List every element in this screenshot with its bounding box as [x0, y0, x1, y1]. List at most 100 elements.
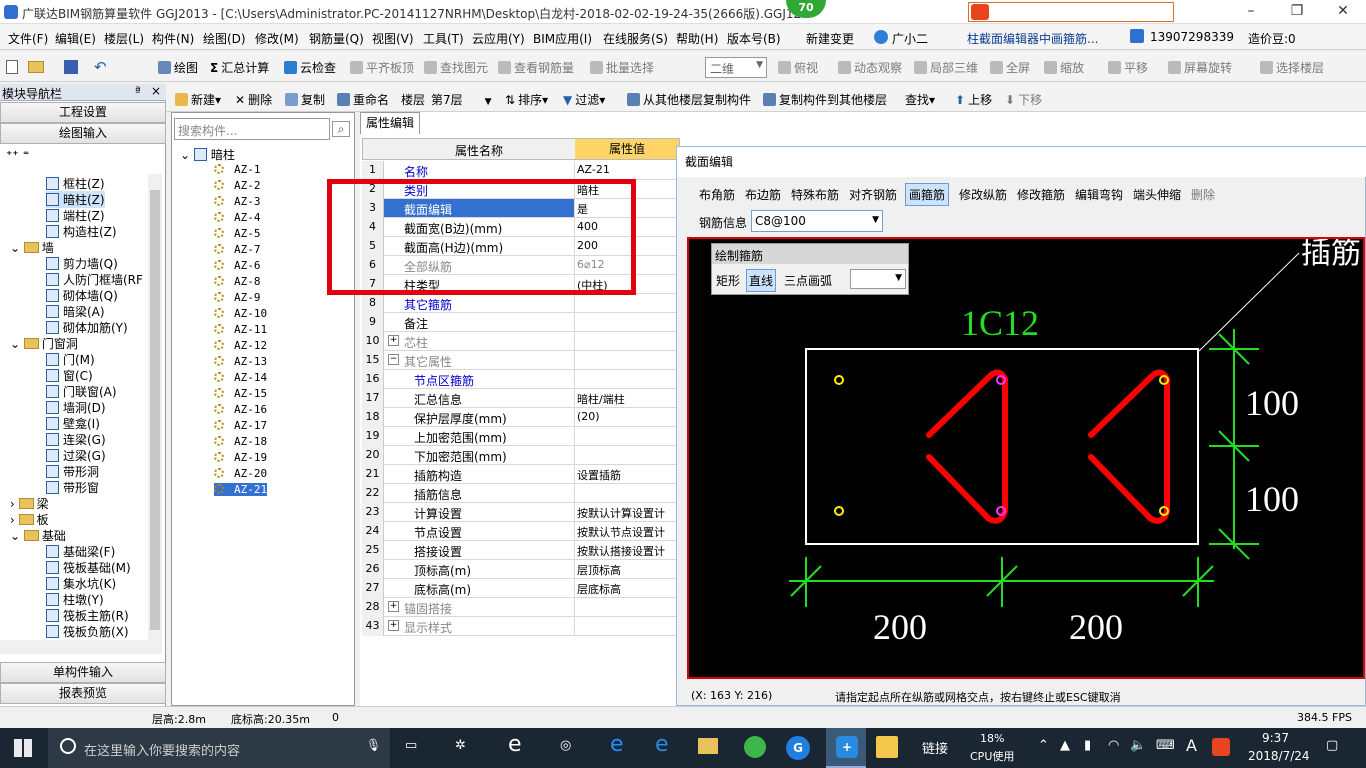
nav-group-beam[interactable]: › 梁 — [10, 495, 49, 512]
property-row[interactable]: 28 锚固搭接 + — [362, 598, 680, 617]
help-topic-link[interactable]: 柱截面编辑器中画箍筋... — [967, 30, 1098, 47]
component-item[interactable]: AZ-1 — [214, 163, 261, 176]
zoom-button[interactable]: 缩放 — [1044, 59, 1084, 76]
tab-project-settings[interactable]: 工程设置 — [0, 102, 166, 123]
new-component-button[interactable]: 新建▾ — [175, 91, 221, 108]
expand-toggle-icon[interactable]: + — [388, 620, 399, 631]
component-item[interactable]: AZ-13 — [214, 355, 267, 368]
component-item[interactable]: AZ-11 — [214, 323, 267, 336]
component-item[interactable]: AZ-14 — [214, 371, 267, 384]
file-explorer-icon[interactable] — [698, 738, 718, 754]
view-rebar-qty-button[interactable]: 查看钢筋量 — [498, 59, 574, 76]
nav-item-shear-wall[interactable]: 剪力墙(Q) — [46, 255, 118, 272]
tab-drawing-input[interactable]: 绘图输入 — [0, 123, 166, 144]
menu-tools[interactable]: 工具(T) — [423, 30, 464, 47]
volume-icon[interactable]: 🔈 — [1130, 738, 1146, 753]
component-item[interactable]: AZ-8 — [214, 275, 261, 288]
draw-stirrup-button[interactable]: 画箍筋 — [905, 183, 950, 206]
cloud-check-button[interactable]: 云检查 — [284, 59, 336, 76]
menu-online[interactable]: 在线服务(S) — [603, 30, 668, 47]
property-row[interactable]: 26 顶标高(m) 层顶标高 — [362, 560, 680, 579]
component-item[interactable]: AZ-21 — [214, 483, 268, 496]
menu-draw[interactable]: 绘图(D) — [203, 30, 246, 47]
summary-calc-button[interactable]: Σ 汇总计算 — [210, 59, 269, 76]
copy-button[interactable]: 复制 — [285, 91, 325, 108]
delete-rebar-button[interactable]: 删除 — [1191, 186, 1215, 203]
align-rebar-button[interactable]: 对齐钢筋 — [849, 186, 897, 203]
property-row[interactable]: 20 下加密范围(mm) — [362, 446, 680, 465]
tray-app-icon[interactable]: ▲ — [1060, 738, 1070, 753]
menu-version[interactable]: 版本号(B) — [727, 30, 781, 47]
nav-item-door-window[interactable]: 门联窗(A) — [46, 383, 117, 400]
select-floor-button[interactable]: 选择楼层 — [1260, 59, 1324, 76]
search-icon[interactable]: ⌕ — [332, 121, 350, 137]
property-row[interactable]: 19 上加密范围(mm) — [362, 427, 680, 446]
nav-item-frame-column[interactable]: 框柱(Z) — [46, 175, 105, 192]
nav-item-door[interactable]: 门(M) — [46, 351, 95, 368]
close-icon[interactable]: × — [151, 84, 161, 98]
menu-rebar-qty[interactable]: 钢筋量(Q) — [309, 30, 364, 47]
menu-assistant[interactable]: 广小二 — [892, 30, 928, 47]
tab-report-preview[interactable]: 报表预览 — [0, 683, 166, 704]
menu-edit[interactable]: 编辑(E) — [55, 30, 96, 47]
edge-icon[interactable]: e — [610, 732, 624, 757]
modify-stirrup-button[interactable]: 修改箍筋 — [1017, 186, 1065, 203]
nav-item-end-column[interactable]: 端柱(Z) — [46, 207, 105, 224]
find-element-button[interactable]: 查找图元 — [424, 59, 488, 76]
windows-start-icon[interactable] — [14, 739, 32, 757]
component-item[interactable]: AZ-5 — [214, 227, 261, 240]
pin-icon[interactable]: ª — [135, 84, 141, 98]
property-value[interactable]: 层底标高 — [577, 581, 621, 597]
screen-rotate-button[interactable]: 屏幕旋转 — [1168, 59, 1232, 76]
property-row[interactable]: 16 节点区箍筋 — [362, 370, 680, 389]
rebar-point[interactable] — [834, 506, 844, 516]
expand-all-icon[interactable]: ⁺⁺ ⁼ — [6, 148, 29, 162]
save-icon[interactable] — [64, 60, 78, 74]
nav-item-wall-hole[interactable]: 墙洞(D) — [46, 399, 106, 416]
undo-icon[interactable]: ↶ — [94, 58, 107, 76]
property-row[interactable]: 23 计算设置 按默认计算设置计 — [362, 503, 680, 522]
glodon-app-icon[interactable]: G — [786, 736, 810, 760]
search-input[interactable]: 搜索构件... — [174, 118, 330, 140]
keyboard-icon[interactable]: ⌨ — [1156, 738, 1175, 753]
notification-center-icon[interactable]: ▢ — [1326, 738, 1338, 753]
dynamic-view-button[interactable]: 动态观察 — [838, 59, 902, 76]
special-rebar-button[interactable]: 特殊布筋 — [791, 186, 839, 203]
open-file-icon[interactable] — [28, 61, 44, 73]
property-value[interactable]: 层顶标高 — [577, 562, 621, 578]
nav-item-foundation-beam[interactable]: 基础梁(F) — [46, 543, 115, 560]
rebar-info-combo[interactable]: C8@100 ▼ — [751, 210, 883, 232]
draw-button[interactable]: 绘图 — [158, 59, 198, 76]
clock-time[interactable]: 9:37 — [1262, 731, 1289, 745]
property-value[interactable]: 暗柱/端柱 — [577, 391, 625, 407]
local-3d-button[interactable]: 局部三维 — [914, 59, 978, 76]
edge-browser-icon[interactable]: e — [508, 732, 522, 757]
sogou-ime-toolbar[interactable] — [968, 2, 1174, 22]
move-up-button[interactable]: ⬆ 上移 — [955, 91, 992, 108]
ime-indicator[interactable]: A — [1186, 736, 1197, 755]
nav-group-wall[interactable]: ⌄ 墙 — [10, 239, 54, 256]
property-row[interactable]: 9 备注 — [362, 313, 680, 332]
property-value[interactable]: 按默认节点设置计 — [577, 524, 665, 540]
component-item[interactable]: AZ-2 — [214, 179, 261, 192]
menu-view[interactable]: 视图(V) — [372, 30, 414, 47]
nav-hscrollbar[interactable] — [0, 640, 162, 654]
menu-modify[interactable]: 修改(M) — [255, 30, 299, 47]
section-drawing-canvas[interactable]: 1C12 插筋 100 100 200 200 绘制箍筋 矩形 直线 三点画弧 … — [687, 237, 1365, 679]
line-mode-button[interactable]: 直线 — [746, 269, 777, 292]
property-row[interactable]: 25 搭接设置 按默认搭接设置计 — [362, 541, 680, 560]
nav-group-foundation[interactable]: ⌄ 基础 — [10, 527, 66, 544]
menu-floor[interactable]: 楼层(L) — [104, 30, 144, 47]
component-item[interactable]: AZ-18 — [214, 435, 267, 448]
nav-item-raft-main-rebar[interactable]: 筏板主筋(R) — [46, 607, 129, 624]
nav-item-window[interactable]: 窗(C) — [46, 367, 93, 384]
edit-hook-button[interactable]: 编辑弯钩 — [1075, 186, 1123, 203]
rename-button[interactable]: 重命名 — [337, 91, 389, 108]
property-row[interactable]: 24 节点设置 按默认节点设置计 — [362, 522, 680, 541]
nav-item-coupling-beam[interactable]: 连梁(G) — [46, 431, 106, 448]
nav-scrollbar[interactable] — [148, 174, 162, 640]
nav-item-strip-window[interactable]: 带形窗 — [46, 479, 99, 496]
menu-file[interactable]: 文件(F) — [8, 30, 48, 47]
find-button[interactable]: 查找▾ — [905, 91, 935, 108]
component-item[interactable]: AZ-19 — [214, 451, 267, 464]
